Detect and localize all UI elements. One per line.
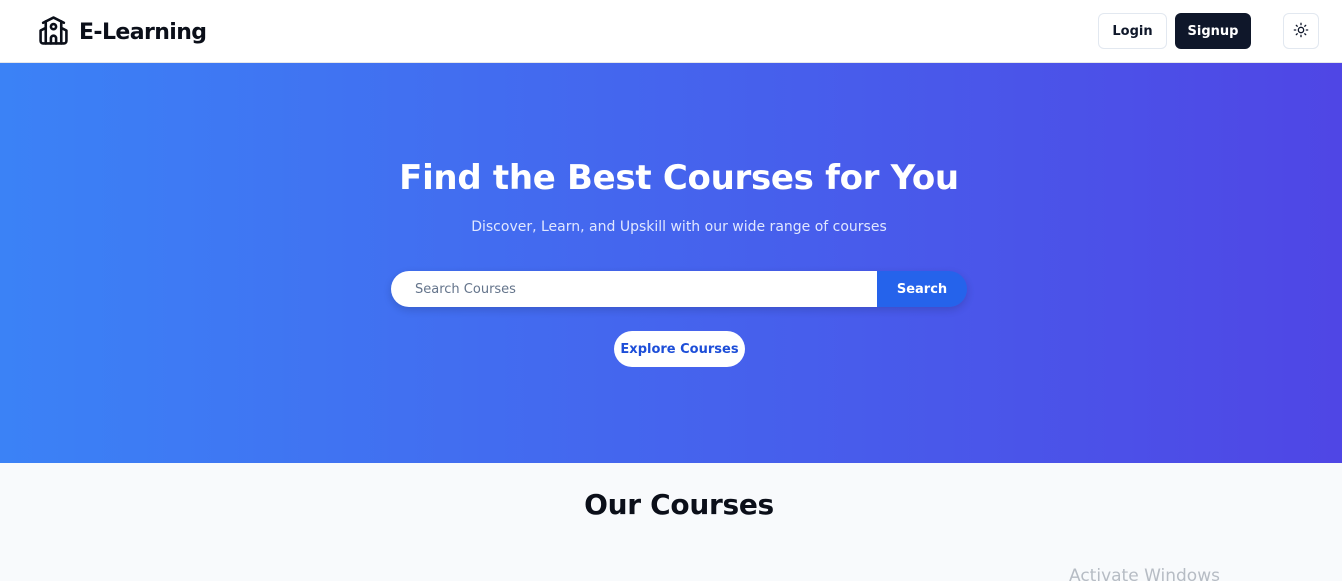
hero-title: Find the Best Courses for You: [399, 158, 959, 198]
signup-button[interactable]: Signup: [1175, 13, 1251, 49]
os-activation-watermark: Activate Windows: [1069, 566, 1220, 581]
theme-toggle-button[interactable]: [1283, 13, 1319, 49]
school-icon: [38, 15, 69, 50]
sun-icon: [1293, 22, 1309, 41]
search-bar: Search: [391, 271, 967, 307]
brand-name: E-Learning: [79, 20, 207, 45]
hero-section: Find the Best Courses for You Discover, …: [0, 63, 1342, 463]
brand-logo[interactable]: E-Learning: [38, 15, 207, 50]
courses-section-title: Our Courses: [584, 488, 774, 521]
explore-courses-button[interactable]: Explore Courses: [614, 331, 745, 367]
search-input[interactable]: [391, 271, 877, 307]
hero-subtitle: Discover, Learn, and Upskill with our wi…: [471, 219, 887, 235]
search-button[interactable]: Search: [877, 271, 967, 307]
navbar: E-Learning Login Signup: [0, 0, 1342, 63]
login-button[interactable]: Login: [1098, 13, 1167, 49]
